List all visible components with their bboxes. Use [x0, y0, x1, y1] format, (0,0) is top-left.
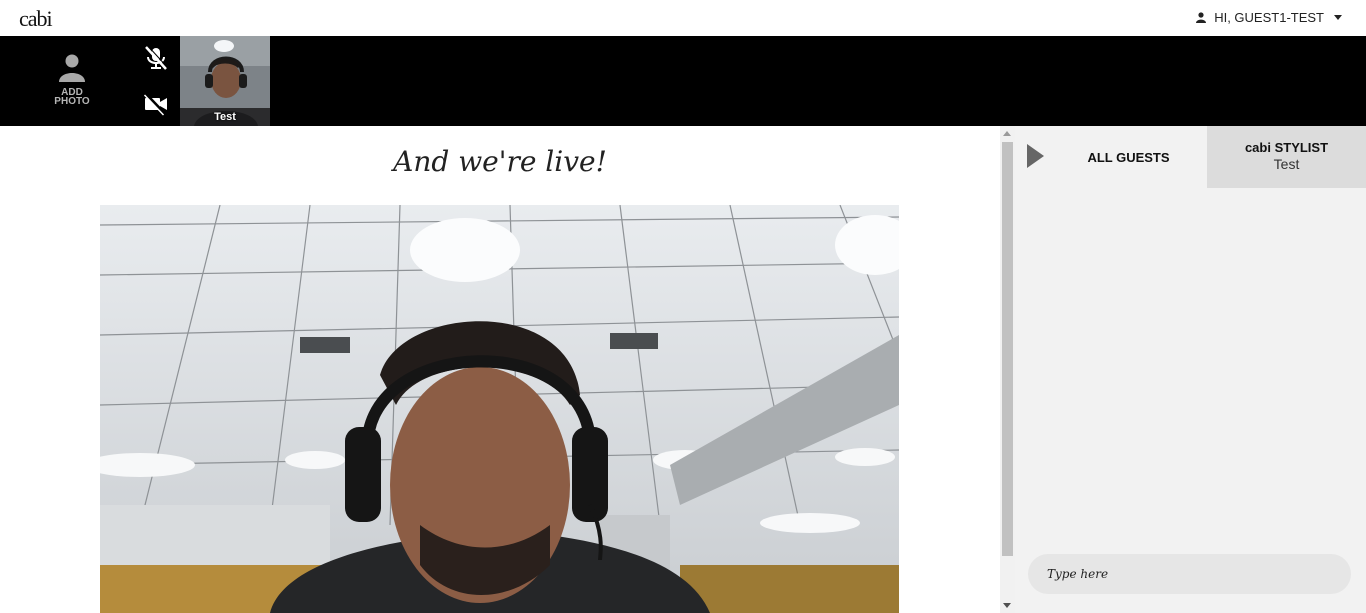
tab-cabi-stylist[interactable]: cabi STYLIST Test: [1207, 126, 1366, 188]
scroll-thumb[interactable]: [1002, 142, 1013, 556]
user-greeting: HI, GUEST1-TEST: [1214, 10, 1324, 25]
play-icon[interactable]: [1027, 144, 1044, 168]
video-bar: ADD PHOTO Test: [0, 36, 1366, 126]
stylist-tab-name: Test: [1273, 156, 1300, 172]
participant-tile[interactable]: Test: [180, 36, 270, 126]
chat-input[interactable]: [1028, 554, 1351, 594]
camera-off-icon[interactable]: [143, 91, 169, 117]
cabi-logo[interactable]: cabi: [19, 6, 53, 32]
add-photo-button[interactable]: ADD PHOTO: [46, 54, 98, 107]
add-photo-label-2: PHOTO: [54, 96, 90, 107]
stylist-tab-title: cabi STYLIST: [1244, 140, 1329, 155]
top-bar: cabi HI, GUEST1-TEST: [0, 0, 1366, 36]
participant-name: Test: [214, 111, 236, 123]
caret-down-icon: [1334, 15, 1342, 20]
scroll-down-icon[interactable]: [1003, 603, 1011, 608]
main-stage: And we're live!: [0, 126, 1000, 613]
user-menu[interactable]: HI, GUEST1-TEST: [1196, 10, 1342, 25]
chat-panel: ALL GUESTS cabi STYLIST Test: [1015, 126, 1366, 613]
person-icon: [59, 54, 85, 82]
tab-all-guests[interactable]: ALL GUESTS: [1050, 126, 1207, 188]
user-icon: [1196, 12, 1207, 23]
main-scrollbar[interactable]: [1000, 126, 1015, 613]
mic-muted-icon[interactable]: [143, 45, 169, 71]
scroll-up-icon[interactable]: [1003, 131, 1011, 136]
live-video-stream[interactable]: [100, 205, 899, 613]
page-title: And we're live!: [393, 145, 607, 178]
stream-frame: [100, 205, 899, 613]
